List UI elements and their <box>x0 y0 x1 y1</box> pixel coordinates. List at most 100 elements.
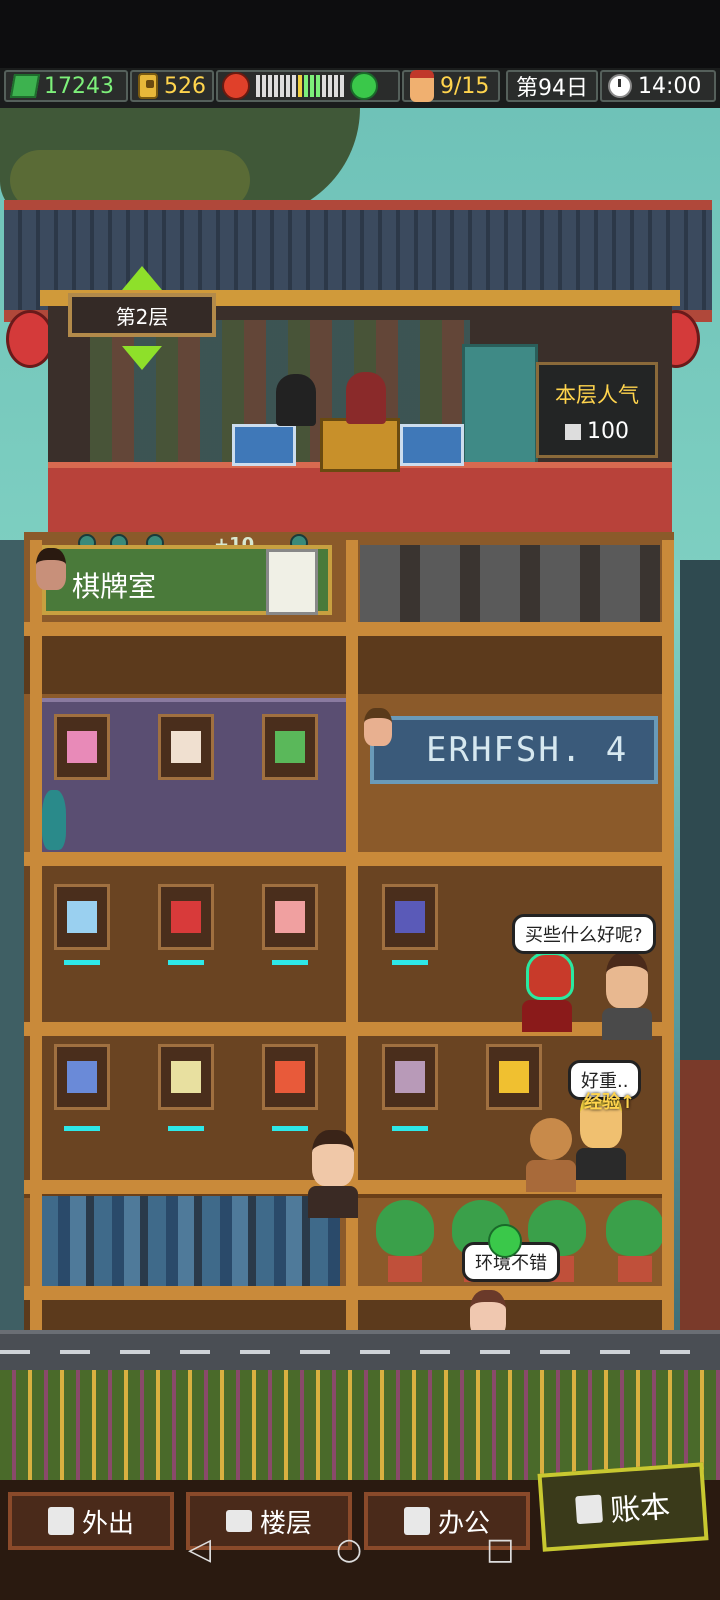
flower-bed <box>0 1370 720 1480</box>
product-slot[interactable] <box>158 714 214 780</box>
customer-counter: 9/15 <box>402 70 500 102</box>
speech-bubble: 买些什么好呢? <box>512 914 656 954</box>
product-slot[interactable] <box>54 1044 110 1110</box>
ledger-icon <box>575 1494 604 1525</box>
chips-bag-icon <box>275 731 305 763</box>
ledger-label: 账本 <box>609 1489 672 1529</box>
system-home-button[interactable]: ○ <box>336 1532 362 1567</box>
coin-icon <box>138 73 158 99</box>
cup-noodle-icon <box>275 901 305 933</box>
product-slot[interactable] <box>158 1044 214 1110</box>
product-slot[interactable] <box>382 1044 438 1110</box>
cash-register-icon <box>232 424 296 466</box>
product-slot[interactable] <box>54 714 110 780</box>
pillar <box>662 540 674 1330</box>
shelf-glow <box>392 960 428 965</box>
door-icon <box>47 1507 74 1535</box>
popularity-label: 本层人气 <box>555 383 639 407</box>
go-out-label: 外出 <box>81 1508 134 1539</box>
shelf-glow <box>64 1126 100 1131</box>
frozen-food-icon <box>67 1061 97 1093</box>
floor-up-arrow-icon[interactable] <box>122 266 162 290</box>
popularity-value: 100 <box>539 419 655 444</box>
sauce-bottle-icon <box>171 1061 201 1093</box>
customer[interactable] <box>602 952 652 1040</box>
product-slot[interactable] <box>54 884 110 950</box>
book-icon <box>403 1507 430 1535</box>
cashier-character[interactable] <box>346 372 386 424</box>
potted-plant-icon <box>376 1200 434 1286</box>
product-slot[interactable] <box>382 884 438 950</box>
floor-popularity-panel: 本层人气 100 <box>536 362 658 458</box>
soda-can-icon <box>171 901 201 933</box>
status-hud: 17243 526 9/15 第94日 14:00 <box>0 68 720 108</box>
cash-counter: 17243 <box>4 70 128 102</box>
happy-face-icon <box>488 1224 522 1258</box>
mood-meter <box>216 70 400 102</box>
floor-down-arrow-icon[interactable] <box>122 346 162 370</box>
mood-bar <box>256 75 344 97</box>
coin-value: 526 <box>164 73 206 99</box>
cash-value: 17243 <box>44 73 114 99</box>
vending-machine <box>462 344 538 470</box>
candy-box-icon <box>67 731 97 763</box>
checkout-counter <box>48 462 672 538</box>
product-slot[interactable] <box>486 1044 542 1110</box>
street-lane-markings <box>0 1350 720 1354</box>
system-recents-button[interactable]: □ <box>486 1532 514 1567</box>
shelf-glow <box>392 1126 428 1131</box>
billboard-banner: ERHFSH. 4 <box>370 716 658 784</box>
cashier-character[interactable] <box>276 374 316 426</box>
cereal-box-icon <box>499 1061 529 1093</box>
floors-label: 楼层 <box>259 1508 312 1539</box>
bookshelf[interactable] <box>40 1196 340 1286</box>
cash-register-icon <box>400 424 464 466</box>
product-slot[interactable] <box>262 884 318 950</box>
mahjong-room-label: 棋牌室 <box>72 570 157 603</box>
pillar <box>30 540 42 1330</box>
customer[interactable] <box>308 1130 358 1218</box>
lounge-room[interactable] <box>360 545 660 625</box>
speaker-icon <box>565 424 581 440</box>
customer-portrait[interactable] <box>36 548 66 590</box>
happy-face-icon <box>350 72 378 100</box>
robot-customer[interactable] <box>42 790 66 850</box>
customer-portrait[interactable] <box>364 708 392 746</box>
clock-icon <box>608 74 632 98</box>
bear-customer[interactable] <box>526 1118 576 1192</box>
robot-customer[interactable] <box>522 952 574 1032</box>
goods-basket-icon <box>320 418 400 472</box>
shelf-glow <box>64 960 100 965</box>
time-display: 14:00 <box>600 70 716 102</box>
customer-value: 9/15 <box>440 73 490 99</box>
customer-icon <box>410 70 434 102</box>
ledger-button[interactable]: 账本 <box>537 1462 709 1552</box>
product-slot[interactable] <box>262 714 318 780</box>
product-slot[interactable] <box>262 1044 318 1110</box>
floor-label: 第2层 <box>115 304 169 329</box>
right-autumn-tree <box>680 1060 720 1340</box>
angry-face-icon <box>222 72 250 100</box>
cash-icon <box>9 74 41 98</box>
go-out-button[interactable]: 外出 <box>8 1492 174 1550</box>
water-bottles-icon <box>67 901 97 933</box>
mahjong-tile-icon <box>266 549 318 615</box>
day-value: 第94日 <box>516 76 588 101</box>
speech-text: 买些什么好呢? <box>525 925 643 946</box>
shelf-glow <box>168 960 204 965</box>
floors-icon <box>225 1510 252 1532</box>
left-lantern-icon <box>6 310 54 368</box>
office-label: 办公 <box>437 1508 490 1539</box>
coin-counter: 526 <box>130 70 214 102</box>
shelf-glow <box>272 1126 308 1131</box>
product-slot[interactable] <box>158 884 214 950</box>
time-value: 14:00 <box>638 73 702 99</box>
exp-up-indicator: 经验↑ <box>584 1092 636 1113</box>
system-back-button[interactable]: ◁ <box>188 1532 211 1567</box>
day-counter: 第94日 <box>506 70 598 102</box>
milk-bottle-icon <box>171 731 201 763</box>
banner-text: ERHFSH. 4 <box>426 730 629 770</box>
gift-box-icon <box>395 1061 425 1093</box>
floor-indicator: 第2层 <box>68 293 216 337</box>
potted-plant-icon <box>606 1200 664 1286</box>
